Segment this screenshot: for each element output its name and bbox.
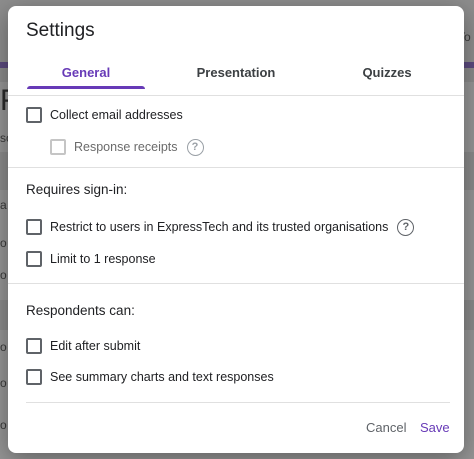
settings-dialog: Settings General Presentation Quizzes Co… xyxy=(8,6,464,453)
active-tab-indicator xyxy=(27,86,145,89)
response-receipts-checkbox xyxy=(50,139,66,155)
dialog-title: Settings xyxy=(26,20,95,41)
tab-general[interactable]: General xyxy=(10,58,162,96)
cancel-button[interactable]: Cancel xyxy=(366,420,406,435)
requires-signin-heading: Requires sign-in: xyxy=(26,182,128,197)
help-icon[interactable]: ? xyxy=(397,218,415,236)
limit-one-response-label: Limit to 1 response xyxy=(50,252,156,266)
collect-email-label: Collect email addresses xyxy=(50,108,183,122)
tab-presentation[interactable]: Presentation xyxy=(160,58,312,96)
background-text-fragment: o xyxy=(0,268,7,282)
tabs-divider xyxy=(8,95,464,96)
settings-tabs: General Presentation Quizzes xyxy=(8,58,464,96)
background-text-fragment: o xyxy=(0,236,7,250)
restrict-users-option[interactable]: Restrict to users in ExpressTech and its… xyxy=(26,217,415,237)
help-icon[interactable]: ? xyxy=(186,138,204,156)
see-summary-label: See summary charts and text responses xyxy=(50,370,274,384)
save-button[interactable]: Save xyxy=(420,420,450,435)
section-divider xyxy=(8,283,464,284)
response-receipts-label: Response receipts xyxy=(74,140,178,154)
response-receipts-option: Response receipts ? xyxy=(50,137,204,157)
background-text-fragment: o xyxy=(0,340,7,354)
restrict-users-label: Restrict to users in ExpressTech and its… xyxy=(50,220,389,234)
edit-after-submit-option[interactable]: Edit after submit xyxy=(26,336,140,356)
background-text-fragment: o xyxy=(0,418,7,432)
footer-divider xyxy=(26,402,450,403)
see-summary-checkbox[interactable] xyxy=(26,369,42,385)
background-text-fragment: o xyxy=(0,376,7,390)
section-divider xyxy=(8,167,464,168)
edit-after-submit-checkbox[interactable] xyxy=(26,338,42,354)
tab-quizzes[interactable]: Quizzes xyxy=(311,58,463,96)
see-summary-option[interactable]: See summary charts and text responses xyxy=(26,367,274,387)
collect-email-option[interactable]: Collect email addresses xyxy=(26,105,183,125)
limit-one-response-checkbox[interactable] xyxy=(26,251,42,267)
collect-email-checkbox[interactable] xyxy=(26,107,42,123)
limit-one-response-option[interactable]: Limit to 1 response xyxy=(26,249,156,269)
restrict-users-checkbox[interactable] xyxy=(26,219,42,235)
edit-after-submit-label: Edit after submit xyxy=(50,339,141,353)
respondents-can-heading: Respondents can: xyxy=(26,303,135,318)
background-text-fragment: a xyxy=(0,198,7,212)
